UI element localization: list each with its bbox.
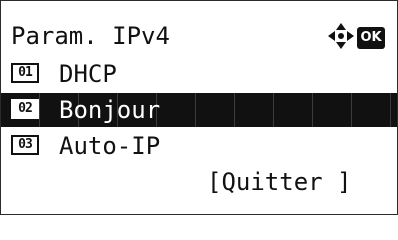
- menu-item-number: 03: [11, 135, 39, 155]
- menu-item-label: Bonjour: [59, 96, 161, 124]
- menu-item-dhcp[interactable]: 01 DHCP: [1, 57, 397, 91]
- ok-icon: OK: [357, 27, 385, 49]
- menu-item-number: 01: [11, 63, 39, 83]
- quit-softkey[interactable]: [Quitter ]: [207, 165, 352, 199]
- menu-item-bonjour[interactable]: 02 Bonjour: [1, 93, 397, 127]
- navigation-hint: OK: [327, 23, 385, 49]
- menu-item-auto-ip[interactable]: 03 Auto-IP: [1, 129, 397, 163]
- screen-title: Param. IPv4: [11, 22, 170, 50]
- lcd-panel: Param. IPv4 OK 01 DHCP 02 Bonjour 03 Aut…: [0, 0, 398, 215]
- menu-item-label: Auto-IP: [59, 132, 161, 160]
- menu-item-label: DHCP: [59, 60, 117, 88]
- four-way-arrow-icon: [328, 23, 354, 49]
- menu-item-number: 02: [11, 99, 39, 119]
